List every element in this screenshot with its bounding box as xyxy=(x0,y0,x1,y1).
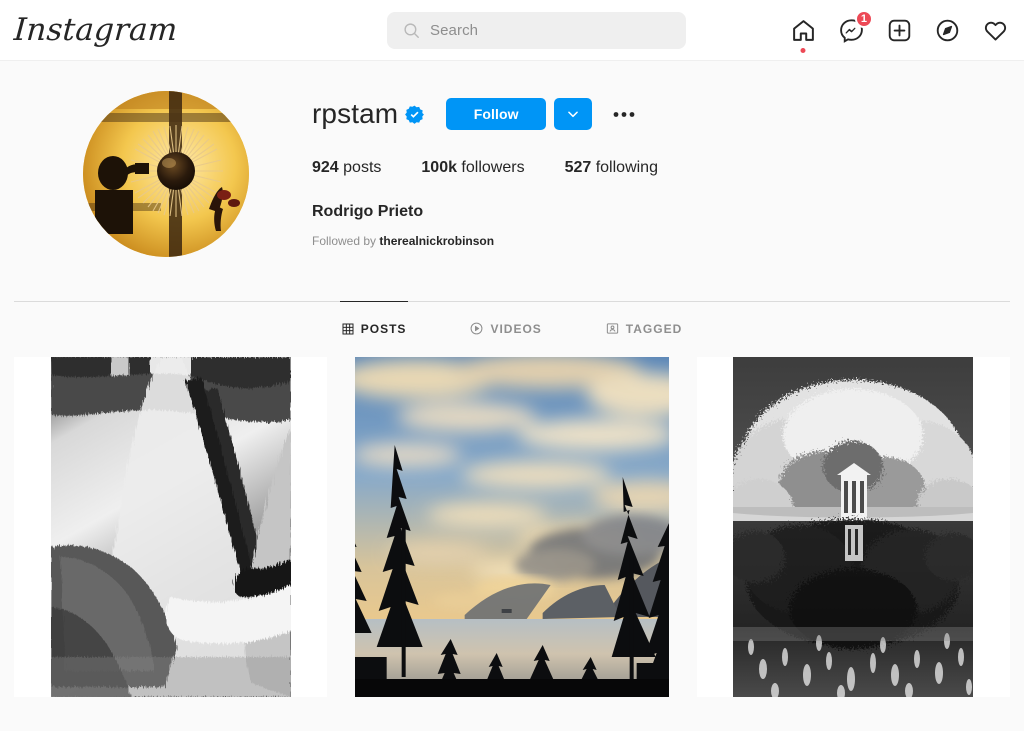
follow-button[interactable]: Follow xyxy=(446,98,547,130)
tab-posts-label: POSTS xyxy=(360,321,407,336)
stat-followers-label: followers xyxy=(456,159,525,176)
followed-by-username[interactable]: therealnickrobinson xyxy=(379,234,494,248)
stat-posts-label: posts xyxy=(338,159,382,176)
search-icon xyxy=(404,23,419,38)
home-activity-dot xyxy=(800,47,806,53)
stat-followers-count: 100k xyxy=(421,159,457,176)
ellipsis-icon xyxy=(613,111,635,117)
play-circle-icon xyxy=(471,322,483,335)
post-2-image xyxy=(355,357,669,697)
post-1-image xyxy=(50,357,291,697)
more-options-button[interactable] xyxy=(607,98,641,130)
profile-stats: 924 posts 100k followers 527 following xyxy=(312,159,1004,177)
stat-following-label: following xyxy=(591,159,658,176)
explore-icon[interactable] xyxy=(934,18,960,44)
stat-following-count: 527 xyxy=(564,159,592,176)
stat-followers[interactable]: 100k followers xyxy=(421,159,524,177)
tab-tagged[interactable]: TAGGED xyxy=(604,301,684,355)
profile-header: rpstam Follow 924 posts 100k followers 5… xyxy=(0,61,1024,257)
activity-heart-icon[interactable] xyxy=(982,18,1008,44)
post-3-image xyxy=(733,357,974,697)
profile-full-name: Rodrigo Prieto xyxy=(312,203,424,220)
stat-posts[interactable]: 924 posts xyxy=(312,159,381,177)
follow-options-button[interactable] xyxy=(554,98,593,130)
followed-by-prefix: Followed by xyxy=(312,234,380,248)
post-grid xyxy=(0,357,1024,697)
profile-tabbar: POSTS VIDEOS TAGGED xyxy=(14,301,1010,355)
username-row: rpstam Follow xyxy=(312,97,1004,131)
tab-tagged-label: TAGGED xyxy=(625,321,683,336)
home-icon[interactable] xyxy=(790,18,816,53)
avatar-column xyxy=(20,91,312,257)
instagram-logo[interactable]: Instagram xyxy=(13,12,179,48)
messenger-icon[interactable]: 1 xyxy=(838,9,873,44)
stat-posts-count: 924 xyxy=(312,159,339,176)
chevron-down-icon xyxy=(568,111,579,118)
nav-icon-group: 1 xyxy=(790,0,1008,61)
messenger-badge: 1 xyxy=(854,9,873,28)
profile-info: rpstam Follow 924 posts 100k followers 5… xyxy=(312,91,1004,257)
tagged-person-icon xyxy=(606,323,618,334)
verified-badge-icon xyxy=(405,105,425,124)
post-thumbnail[interactable] xyxy=(14,357,328,697)
stat-following[interactable]: 527 following xyxy=(565,159,658,177)
tab-videos-label: VIDEOS xyxy=(490,321,542,336)
new-post-icon[interactable] xyxy=(886,18,912,44)
search-input[interactable]: Search xyxy=(387,12,686,49)
top-navigation-bar: Instagram Search 1 xyxy=(0,0,1024,61)
avatar[interactable] xyxy=(83,91,249,257)
grid-icon xyxy=(342,323,354,334)
post-thumbnail[interactable] xyxy=(696,357,1010,697)
search-placeholder: Search xyxy=(430,22,479,39)
followed-by: Followed by therealnickrobinson xyxy=(312,234,1004,248)
profile-username: rpstam xyxy=(312,98,399,129)
tab-videos[interactable]: VIDEOS xyxy=(468,301,543,355)
avatar-image xyxy=(83,91,249,257)
tab-posts[interactable]: POSTS xyxy=(339,301,409,355)
post-thumbnail[interactable] xyxy=(355,357,669,697)
